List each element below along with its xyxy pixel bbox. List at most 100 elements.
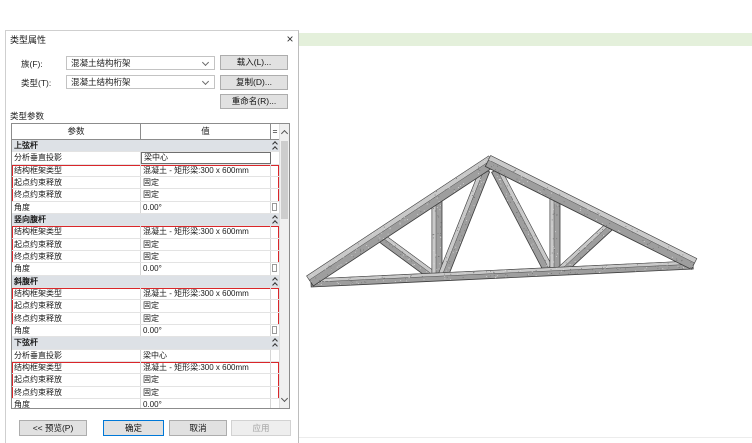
concrete-speck [574, 272, 576, 274]
formula-checkbox[interactable] [272, 264, 277, 273]
highlight-box: 结构框架类型 混凝土 - 矩形梁:300 x 600mm 起点约束释放 固定 终… [12, 164, 279, 202]
concrete-speck [676, 260, 678, 262]
concrete-speck [556, 238, 558, 240]
concrete-speck [464, 230, 466, 232]
concrete-speck [383, 280, 385, 282]
concrete-speck [450, 250, 452, 252]
concrete-speck [567, 198, 569, 200]
concrete-speck [492, 271, 494, 273]
apply-button[interactable]: 应用 [231, 420, 291, 436]
concrete-speck [379, 237, 381, 239]
group-header-top-chord[interactable]: 上弦杆 [12, 140, 279, 153]
group-header-vertical-web[interactable]: 竖向腹杆 [12, 213, 279, 227]
param-value[interactable]: 混凝土 - 矩形梁:300 x 600mm [141, 361, 271, 374]
param-value[interactable]: 梁中心 [141, 152, 271, 164]
ok-button[interactable]: 确定 [103, 420, 164, 436]
rename-button[interactable]: 重命名(R)... [220, 94, 288, 109]
concrete-speck [586, 214, 588, 216]
concrete-speck [486, 271, 487, 273]
close-icon[interactable]: × [284, 32, 296, 46]
family-label: 族(F): [21, 59, 43, 69]
family-dropdown[interactable]: 混凝土结构桁架 [66, 56, 215, 70]
param-value[interactable]: 固定 [141, 189, 271, 201]
formula-checkbox[interactable] [272, 202, 277, 211]
concrete-speck [435, 254, 437, 256]
table-row: 分析垂直投影 梁中心 [12, 349, 279, 362]
table-row: 角度 0.00° [12, 263, 279, 276]
concrete-speck [649, 236, 651, 238]
concrete-speck [479, 188, 481, 190]
concrete-speck [546, 187, 548, 189]
concrete-speck [399, 222, 401, 224]
concrete-speck [328, 280, 330, 282]
param-value[interactable]: 0.00° [141, 263, 271, 275]
formula-cell [271, 374, 279, 385]
table-row: 结构框架类型 混凝土 - 矩形梁:300 x 600mm [12, 226, 279, 239]
scroll-down-icon[interactable] [280, 394, 289, 403]
concrete-speck [617, 269, 619, 270]
collapse-icon[interactable] [271, 141, 278, 152]
concrete-speck [625, 268, 627, 270]
concrete-speck [530, 237, 531, 239]
concrete-speck [456, 251, 458, 253]
param-value[interactable]: 固定 [141, 250, 271, 263]
concrete-speck [505, 195, 507, 197]
concrete-speck [553, 253, 555, 255]
param-value[interactable]: 0.00° [141, 398, 271, 408]
table-row: 角度 0.00° [12, 324, 279, 338]
formula-cell [271, 350, 279, 361]
concrete-speck [405, 256, 407, 258]
concrete-speck [474, 191, 475, 193]
type-dropdown[interactable]: 混凝土结构桁架 [66, 75, 215, 89]
concrete-speck [414, 264, 416, 266]
param-value[interactable]: 混凝土 - 矩形梁:300 x 600mm [141, 226, 271, 238]
param-value[interactable]: 固定 [141, 386, 271, 398]
load-button[interactable]: 载入(L)... [220, 55, 288, 70]
param-value[interactable]: 固定 [141, 312, 271, 324]
concrete-speck [643, 241, 645, 242]
collapse-icon[interactable] [271, 338, 278, 350]
concrete-speck [320, 284, 322, 285]
concrete-speck [532, 247, 534, 249]
concrete-speck [418, 204, 420, 206]
concrete-speck [456, 230, 458, 232]
concrete-speck [485, 276, 487, 278]
concrete-speck [460, 231, 461, 233]
scrollbar-thumb[interactable] [281, 141, 288, 219]
concrete-speck [553, 247, 555, 249]
collapse-icon[interactable] [271, 276, 278, 288]
concrete-speck [666, 249, 668, 251]
param-value[interactable]: 混凝土 - 矩形梁:300 x 600mm [141, 164, 271, 176]
scroll-up-icon[interactable] [280, 129, 289, 138]
preview-button[interactable]: << 预览(P) [19, 420, 87, 436]
group-header-bottom-chord[interactable]: 下弦杆 [12, 337, 279, 350]
3d-view[interactable] [299, 33, 752, 443]
concrete-speck [477, 169, 479, 171]
concrete-speck [479, 184, 481, 186]
cancel-button[interactable]: 取消 [169, 420, 227, 436]
table-scrollbar[interactable] [279, 124, 289, 408]
formula-cell [271, 362, 279, 373]
param-value[interactable]: 混凝土 - 矩形梁:300 x 600mm [141, 287, 271, 300]
param-value[interactable]: 0.00° [141, 324, 271, 337]
concrete-speck [531, 244, 533, 246]
concrete-speck [690, 267, 692, 269]
param-name: 起点约束释放 [12, 374, 141, 386]
duplicate-button[interactable]: 复制(D)... [220, 75, 288, 90]
param-value[interactable]: 固定 [141, 176, 271, 189]
concrete-speck [513, 170, 515, 172]
group-header-diagonal-web[interactable]: 斜腹杆 [12, 275, 279, 288]
param-value[interactable]: 固定 [141, 300, 271, 312]
concrete-speck [495, 169, 496, 171]
param-value[interactable]: 固定 [141, 374, 271, 386]
concrete-speck [310, 280, 312, 282]
concrete-speck [351, 283, 352, 285]
collapse-icon[interactable] [271, 215, 278, 226]
param-value[interactable]: 固定 [141, 238, 271, 250]
concrete-speck [469, 211, 470, 213]
formula-checkbox[interactable] [272, 325, 277, 334]
param-value[interactable]: 0.00° [141, 201, 271, 213]
concrete-speck [553, 208, 554, 210]
concrete-speck [619, 267, 621, 269]
param-value[interactable]: 梁中心 [141, 349, 271, 361]
